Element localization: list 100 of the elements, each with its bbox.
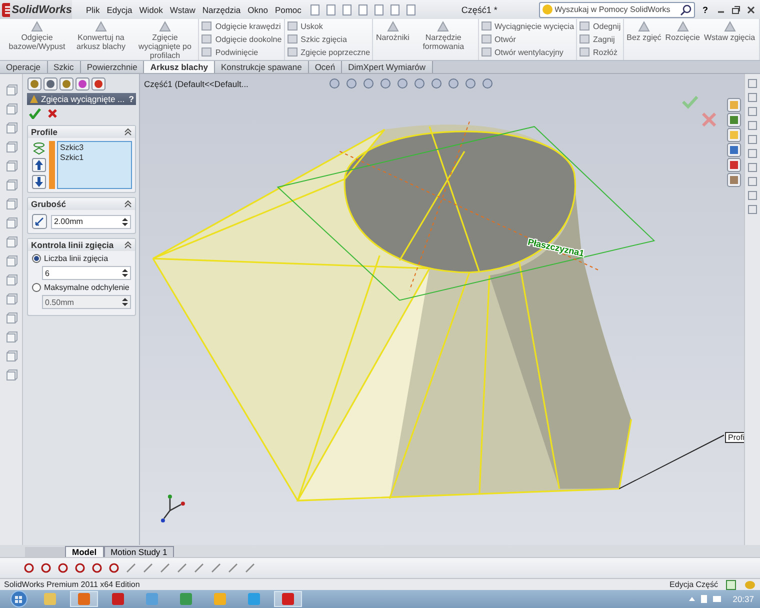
- ribbon-button[interactable]: Otwór: [480, 33, 574, 45]
- ribbon-button[interactable]: Wstaw zgięcia: [702, 20, 756, 42]
- menu-item[interactable]: Okno: [248, 4, 268, 14]
- square-icon[interactable]: [4, 293, 18, 306]
- square-icon[interactable]: [4, 255, 18, 268]
- ribbon-button[interactable]: Narożniki: [375, 20, 410, 42]
- square-icon[interactable]: [747, 134, 758, 145]
- start-orb-icon[interactable]: [8, 590, 30, 608]
- menu-item[interactable]: Pomoc: [274, 4, 302, 14]
- ribbon-tab[interactable]: DimXpert Wymiarów: [342, 61, 433, 73]
- ribbon-button[interactable]: Zagnij: [579, 33, 621, 45]
- ribbon-button[interactable]: Zgięcie wyciągnięte po profilach: [134, 20, 196, 60]
- square-icon[interactable]: [4, 312, 18, 325]
- collapse-icon[interactable]: [124, 241, 132, 249]
- toolbar-icon[interactable]: [309, 4, 322, 16]
- restore-icon[interactable]: [731, 4, 741, 14]
- square-icon[interactable]: [747, 190, 758, 201]
- help-button[interactable]: ?: [128, 94, 134, 104]
- ribbon-button[interactable]: Uskok: [286, 20, 370, 32]
- square-icon[interactable]: [747, 106, 758, 117]
- ribbon-button[interactable]: Odegnij: [579, 20, 621, 32]
- option-label: Liczba linii zgięcia: [44, 254, 108, 263]
- ribbon-button[interactable]: Zgięcie poprzeczne: [286, 46, 370, 58]
- confirm-check-icon[interactable]: [682, 96, 698, 109]
- ribbon-tab[interactable]: Oceń: [308, 61, 342, 73]
- square-icon[interactable]: [747, 78, 758, 89]
- app-icon[interactable]: [274, 591, 302, 608]
- move-up-button[interactable]: [32, 158, 46, 172]
- ribbon-tab[interactable]: Szkic: [48, 61, 81, 73]
- ribbon-tab[interactable]: Powierzchnie: [80, 61, 144, 73]
- ribbon-button[interactable]: Odgięcie krawędzi: [201, 20, 282, 32]
- ribbon-button[interactable]: Bez zgięć: [626, 20, 662, 42]
- ok-icon[interactable]: [29, 108, 41, 119]
- toolbar-icon[interactable]: [325, 4, 338, 16]
- ribbon-button[interactable]: Konwertuj na arkusz blachy: [70, 20, 132, 51]
- tool-icon: [286, 34, 298, 44]
- panel-tab-icon[interactable]: [27, 77, 42, 91]
- reference-plane[interactable]: [276, 126, 656, 301]
- document-tab[interactable]: Motion Study 1: [104, 546, 174, 558]
- section-title: Grubość: [31, 199, 66, 209]
- menu-item[interactable]: Plik: [86, 4, 100, 14]
- square-icon[interactable]: [4, 369, 18, 382]
- ribbon-button[interactable]: Odgięcie bazowe/Wypust: [6, 20, 68, 51]
- ribbon-tab[interactable]: Arkusz blachy: [144, 61, 216, 73]
- ribbon-button[interactable]: Odgięcie dookolne: [201, 33, 282, 45]
- list-item[interactable]: Szkic1: [58, 152, 131, 162]
- menu-item[interactable]: Widok: [139, 4, 163, 14]
- square-icon[interactable]: [747, 176, 758, 187]
- list-item[interactable]: Szkic3: [58, 142, 131, 152]
- panel-tab-icon[interactable]: [59, 77, 74, 91]
- ribbon-tab[interactable]: Operacje: [0, 61, 48, 73]
- square-icon[interactable]: [4, 331, 18, 344]
- menu-item[interactable]: Wstaw: [170, 4, 196, 14]
- close-icon[interactable]: [746, 4, 756, 14]
- circle-icon[interactable]: [39, 561, 53, 576]
- ribbon-button[interactable]: Rozcięcie: [664, 20, 701, 42]
- help-button[interactable]: ?: [698, 4, 712, 14]
- ribbon-button[interactable]: Otwór wentylacyjny: [480, 46, 574, 58]
- feature-tree-item[interactable]: Część1 (Default<<Default...: [144, 78, 248, 88]
- app-logo-icon: [214, 593, 226, 606]
- ribbon-button[interactable]: Narzędzie formowania: [412, 20, 474, 51]
- thickness-field[interactable]: 2.00mm: [51, 214, 131, 228]
- collapse-icon[interactable]: [124, 128, 132, 136]
- move-down-button[interactable]: [32, 175, 46, 189]
- value-field[interactable]: 0.50mm: [42, 295, 131, 309]
- toolbar-icon[interactable]: [389, 4, 402, 16]
- square-icon[interactable]: [4, 350, 18, 363]
- toolbar-icon[interactable]: [405, 4, 418, 16]
- radio-button[interactable]: [32, 254, 41, 263]
- collapse-icon[interactable]: [124, 200, 132, 208]
- ribbon-button[interactable]: Podwinięcie: [201, 46, 282, 58]
- ribbon-button[interactable]: Rozłóż: [579, 46, 621, 58]
- panel-tab-icon[interactable]: [43, 77, 58, 91]
- square-icon[interactable]: [747, 162, 758, 173]
- toolbar-icon[interactable]: [357, 4, 370, 16]
- profile-list[interactable]: Szkic3 Szkic1: [57, 141, 132, 189]
- value-field[interactable]: 6: [42, 266, 131, 280]
- ribbon-button[interactable]: Wyciągnięcie wycięcia: [480, 20, 574, 32]
- cancel-x-icon[interactable]: [702, 112, 717, 128]
- document-tab[interactable]: Model: [65, 546, 104, 558]
- app-logo[interactable]: SolidWorks: [0, 0, 72, 19]
- help-icon[interactable]: [726, 580, 736, 590]
- square-icon[interactable]: [747, 148, 758, 159]
- tool-icon: [480, 21, 492, 31]
- square-icon[interactable]: [747, 120, 758, 131]
- cancel-icon[interactable]: [47, 108, 58, 119]
- menu-item[interactable]: Narzędzia: [202, 4, 241, 14]
- square-icon[interactable]: [747, 204, 758, 215]
- tool-icon: [201, 21, 212, 31]
- menu-item[interactable]: Edycja: [106, 4, 132, 14]
- toolbar-icon[interactable]: [341, 4, 354, 16]
- panel-tab-icon[interactable]: [75, 77, 90, 91]
- ribbon-tab[interactable]: Konstrukcje spawane: [215, 61, 309, 73]
- square-icon[interactable]: [4, 274, 18, 287]
- ribbon-button[interactable]: Szkic zgięcia: [286, 33, 370, 45]
- panel-tab-icon[interactable]: [91, 77, 106, 91]
- toolbar-icon[interactable]: [373, 4, 386, 16]
- search-field[interactable]: Wyszukaj w Pomocy SolidWorks: [538, 2, 694, 18]
- square-icon[interactable]: [747, 92, 758, 103]
- radio-button[interactable]: [32, 283, 41, 292]
